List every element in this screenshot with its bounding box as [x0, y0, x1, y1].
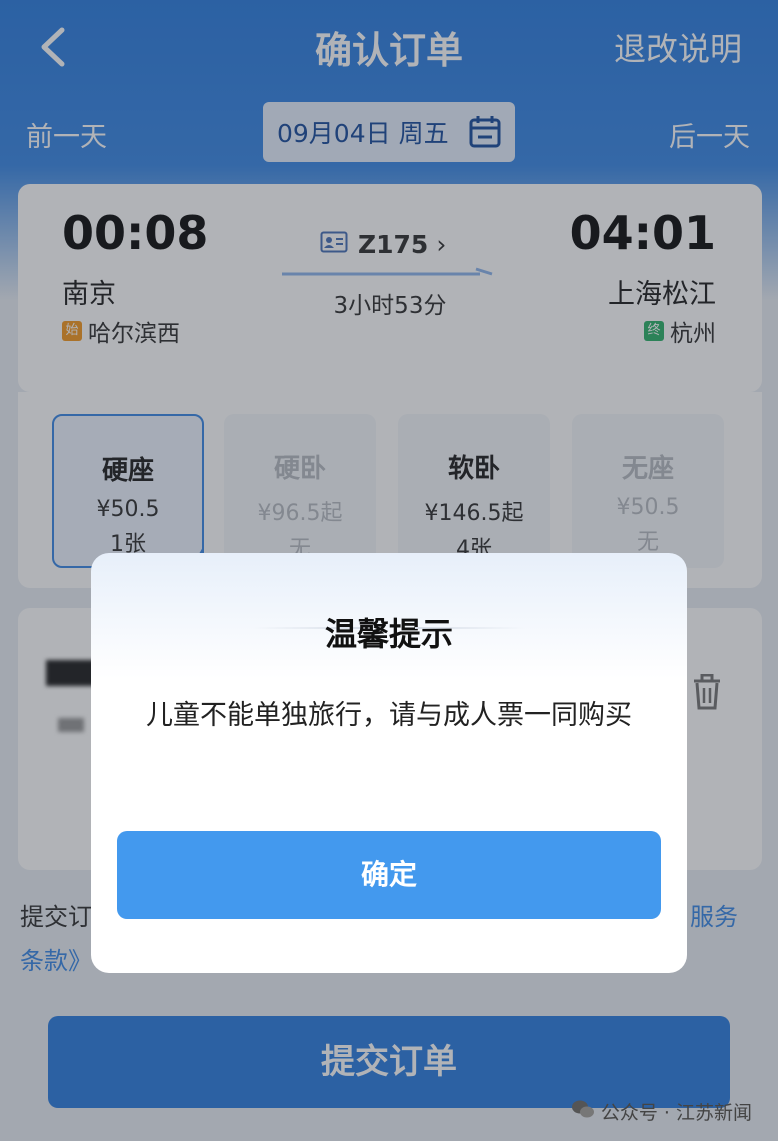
dialog-title: 温馨提示 — [324, 615, 453, 653]
watermark: 公众号 · 江苏新闻 — [571, 1098, 752, 1125]
order-confirm-page: 确认订单 退改说明 前一天 09月04日 周五 后一天 00:08 南京 始 哈… — [0, 0, 778, 1141]
confirm-button[interactable]: 确定 — [117, 831, 661, 919]
dialog-message: 儿童不能单独旅行，请与成人票一同购买 — [146, 700, 632, 731]
warm-tip-dialog: 温馨提示 儿童不能单独旅行，请与成人票一同购买 确定 — [91, 553, 687, 973]
watermark-text: 公众号 · 江苏新闻 — [600, 1102, 752, 1124]
wechat-icon — [571, 1099, 595, 1124]
title-decoration-right — [415, 627, 525, 629]
